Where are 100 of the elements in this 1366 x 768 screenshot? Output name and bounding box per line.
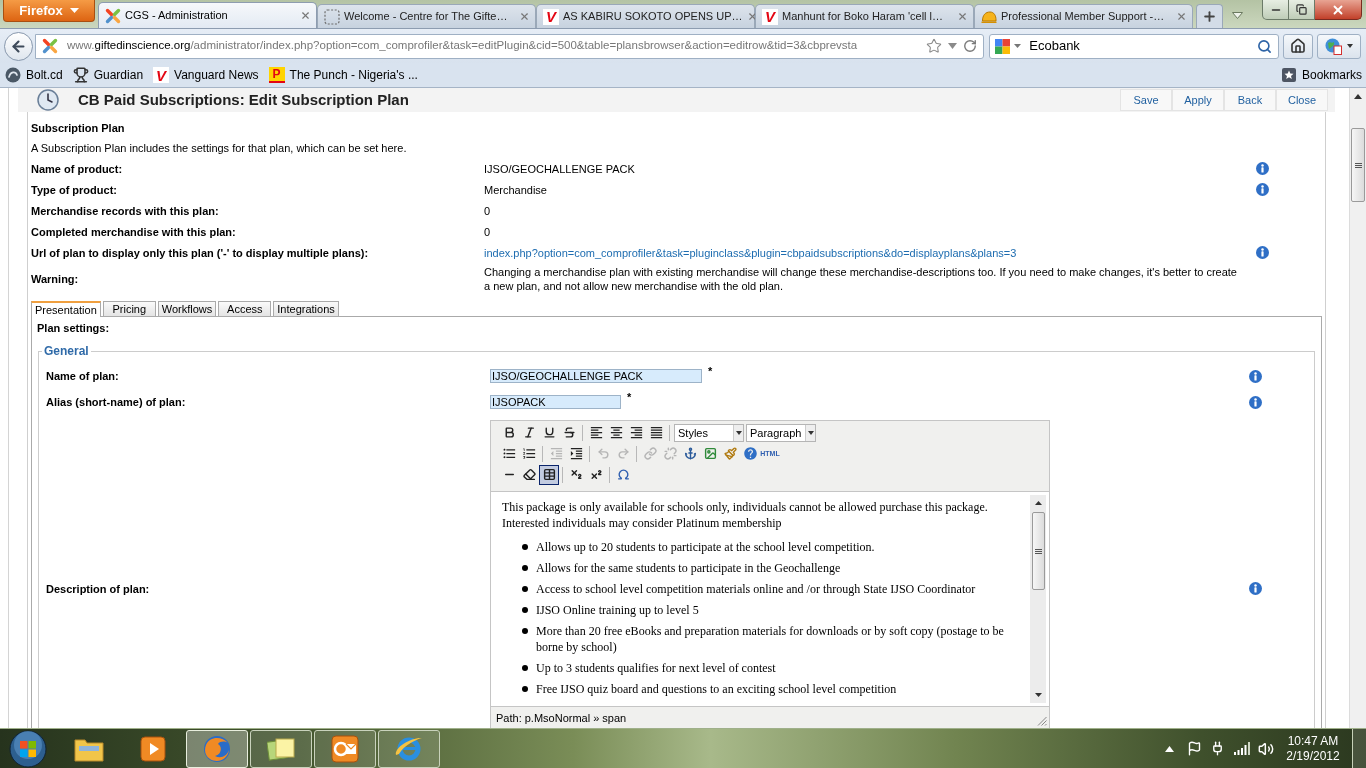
field-label: Type of product: (31, 182, 118, 197)
bullet-icon (522, 628, 528, 634)
browser-tab[interactable]: V AS KABIRU SOKOTO OPENS UP… (536, 4, 755, 28)
taskbar-app-button[interactable] (378, 729, 440, 768)
caret-icon (69, 8, 79, 13)
close-icon[interactable] (300, 10, 311, 21)
clock-button[interactable]: 10:47 AM 2/19/2012 (1282, 729, 1344, 768)
justify-icon (648, 425, 664, 440)
bullet-text: Allows up to 20 students to participate at the school level competition. (536, 539, 876, 555)
help-icon (742, 446, 758, 461)
close-icon[interactable] (519, 11, 530, 22)
plan-url-link[interactable]: index.php?option=com_comprofiler&task=pluginclass&plugin=cbpaidsubscriptions&do=displayplans&plans=3 (484, 245, 1017, 260)
page-tab[interactable]: Workflows (157, 301, 217, 316)
start-orb-icon (9, 729, 47, 768)
scroll-down-icon[interactable] (1034, 693, 1042, 697)
field-label: Name of plan: (46, 369, 120, 383)
scrollbar-thumb[interactable] (1031, 512, 1045, 590)
bullet-icon (522, 544, 528, 550)
search-engine-icon[interactable] (995, 38, 1011, 54)
brush-icon (723, 447, 737, 460)
taskbar-app-button[interactable] (314, 729, 376, 768)
page-title: CB Paid Subscriptions: Edit Subscription Plan (78, 91, 409, 109)
field-label: Completed merchandise with this plan: (31, 224, 237, 239)
toolbar-button[interactable]: Close (1276, 89, 1328, 111)
redo-icon (616, 447, 630, 460)
search-field[interactable]: Ecobank (989, 33, 1280, 59)
toolbar-button[interactable]: Apply (1172, 89, 1224, 111)
field-value: Changing a merchandise plan with existing merchandise will change these merchandise-descriptions too. If you need to make changes, it's better to create a new plan, and not allow new merchandise with the old plan. (484, 265, 1238, 293)
link-icon (643, 447, 657, 460)
close-window-button[interactable] (1315, 0, 1362, 20)
dropdown-triangle-icon[interactable] (948, 43, 958, 49)
page-tab[interactable]: Integrations (273, 301, 339, 316)
toolbar-button[interactable]: Save (1120, 89, 1172, 111)
toolbar-button[interactable]: Back (1224, 89, 1276, 111)
scrollbar-thumb[interactable] (1351, 128, 1365, 202)
bookmark-link[interactable]: Guardian (70, 64, 146, 86)
plug-icon[interactable] (1210, 741, 1225, 756)
page-tab[interactable]: Pricing (102, 301, 156, 316)
section-heading: Subscription Plan (31, 121, 126, 136)
resize-grip-icon[interactable] (1037, 716, 1047, 726)
play-tile-icon (140, 735, 166, 762)
star-box-icon (1281, 68, 1296, 82)
browser-tab[interactable]: CGS - Administration (98, 2, 317, 28)
tray-arrow-icon[interactable] (1165, 745, 1174, 752)
field-label: Url of plan to display only this plan ('-' to display multiple plans): (31, 245, 370, 260)
text-input[interactable]: IJSO/GEOCHALLENGE PACK (490, 369, 702, 383)
close-icon[interactable] (1176, 11, 1187, 22)
letter-logo: P (268, 67, 285, 83)
search-icon[interactable] (1257, 38, 1273, 54)
volume-icon[interactable] (1258, 740, 1274, 757)
search-text: Ecobank (1029, 37, 1080, 56)
format-dropdown[interactable]: Styles (674, 423, 744, 442)
address-field[interactable]: www.giftedinscience.org/administrator/index.php?option=com_comprofiler&task=editPlugin&cid=500&table=plansbrowser&action=editrow&tid=3&cbprevsta (35, 33, 985, 59)
tab-list-caret-icon[interactable] (1232, 12, 1243, 19)
align-left-icon (588, 425, 604, 440)
back-button[interactable] (4, 31, 33, 61)
globe-icon (203, 734, 231, 763)
bookmark-link[interactable]: V Vanguard News (151, 64, 261, 86)
browser-tab[interactable]: Professional Member Support -… (974, 4, 1193, 28)
addon-button[interactable] (1317, 33, 1361, 59)
field-label: Warning: (31, 272, 80, 286)
format-dropdown[interactable]: Paragraph (746, 423, 816, 442)
flag-icon[interactable] (1187, 741, 1202, 756)
editor-content[interactable] (491, 491, 1049, 707)
url-text: www.giftedinscience.org/administrator/index.php?option=com_comprofiler&task=editPlugin&cid=500&table=plansbrowser&action=editrow&tid=3&cbprevsta (67, 38, 858, 54)
bullet-icon (522, 665, 528, 671)
scroll-up-icon[interactable] (1034, 501, 1042, 505)
new-tab-button[interactable] (1196, 4, 1223, 28)
taskbar-app-button[interactable] (250, 729, 312, 768)
signal-bars-icon[interactable] (1234, 742, 1250, 755)
helmet-icon (981, 8, 997, 25)
bookmarks-menu-button[interactable]: Bookmarks (1281, 64, 1362, 86)
bookmark-link[interactable]: P The Punch - Nigeria's ... (266, 64, 420, 86)
restore-button[interactable] (1289, 0, 1315, 20)
page-tab[interactable]: Access (218, 301, 272, 316)
bookmark-link[interactable]: Bolt.cd (3, 64, 65, 86)
minimize-button[interactable] (1262, 0, 1289, 20)
page-tab[interactable]: Presentation (31, 301, 101, 317)
group-legend: General (42, 344, 91, 358)
start-button[interactable] (6, 728, 50, 768)
undo-icon (596, 447, 610, 460)
show-desktop-button[interactable] (1352, 729, 1366, 768)
text-input[interactable]: IJSOPACK (490, 395, 621, 409)
reload-icon[interactable] (963, 39, 978, 53)
required-mark: * (708, 366, 713, 377)
home-button[interactable] (1283, 33, 1314, 59)
field-value: Merchandise (484, 182, 548, 197)
bullet-text: More than 20 free eBooks and preparation materials for downloads or by soft copy (postage to be borne by school) (536, 623, 1005, 655)
bullet-icon (522, 565, 528, 571)
star-icon[interactable] (926, 38, 943, 54)
browser-tab[interactable]: Welcome - Centre for The Gifte… (317, 4, 536, 28)
scroll-up-icon[interactable] (1354, 94, 1362, 99)
close-icon[interactable] (957, 11, 968, 22)
table-button[interactable] (539, 464, 559, 485)
indent-icon (568, 446, 584, 461)
close-icon[interactable] (746, 11, 758, 22)
bullet-text: Up to 3 students qualifies for next level of contest (536, 660, 777, 676)
align-center-icon (608, 425, 624, 440)
browser-tab[interactable]: V Manhunt for Boko Haram 'cell l… (755, 4, 974, 28)
globe-document-icon (1325, 37, 1342, 55)
